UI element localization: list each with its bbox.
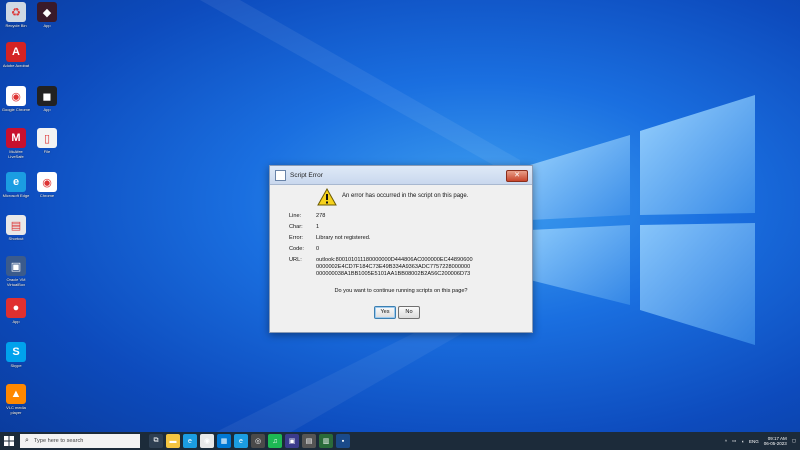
app-red-icon: ●: [6, 298, 26, 318]
desktop-shortcut-label: Skype: [10, 363, 22, 368]
close-button[interactable]: ✕: [506, 170, 528, 182]
tray-up-arrow-icon[interactable]: ^: [725, 439, 727, 444]
detail-key: Line:: [289, 213, 302, 219]
desktop-shortcut[interactable]: ◉ Google Chrome: [1, 86, 31, 112]
search-placeholder: Type here to search: [33, 438, 84, 444]
url-line: 0000002E4CD7F184C73E49B334A9363ADC775722…: [316, 264, 471, 270]
error-message: An error has occurred in the script on t…: [342, 193, 469, 199]
system-tray: ^ ▭ ◖ ENG 09:17 AM 06-05-2023 ▢: [725, 432, 796, 450]
chrome-shortcut-icon: ◉: [37, 172, 57, 192]
desktop-shortcut-label: Recycle Bin: [5, 23, 27, 28]
desktop-shortcut[interactable]: ▤ Shortcut: [1, 215, 31, 241]
desktop-shortcut[interactable]: ◉ Chrome: [32, 172, 62, 198]
detail-value: 278: [316, 213, 326, 219]
desktop-shortcut[interactable]: ♻ Recycle Bin: [1, 2, 31, 28]
desktop-shortcut-label: App: [43, 23, 51, 28]
detail-key: Error:: [289, 235, 303, 241]
vlc-icon: ▲: [6, 384, 26, 404]
script-error-dialog: Script Error ✕ An error has occurred in …: [269, 165, 533, 333]
app-black-icon: ◼: [37, 86, 57, 106]
start-button[interactable]: [0, 432, 18, 450]
skype-icon: S: [6, 342, 26, 362]
detail-value: Library not registered.: [316, 235, 371, 241]
desktop-shortcut[interactable]: ▣ Oracle VM VirtualBox: [1, 256, 31, 287]
desktop-shortcut-label: Google Chrome: [1, 107, 31, 112]
desktop-shortcut-label: Adobe Acrobat: [2, 63, 30, 68]
spotify-taskbar-icon[interactable]: ♫: [268, 434, 282, 448]
desktop-shortcut-label: Oracle VM VirtualBox: [6, 277, 26, 287]
desktop-shortcut[interactable]: ● App: [1, 298, 31, 324]
desktop-shortcut[interactable]: ▯ File: [32, 128, 62, 154]
windows-start-icon: [4, 436, 14, 446]
file-icon: ▯: [37, 128, 57, 148]
detail-key: Char:: [289, 224, 303, 230]
desktop-shortcut[interactable]: M McAfee LiveSafe: [1, 128, 31, 159]
volume-icon[interactable]: ◖: [741, 439, 744, 444]
store-taskbar-icon[interactable]: ▦: [217, 434, 231, 448]
clock[interactable]: 09:17 AM 06-05-2023: [764, 436, 787, 446]
desktop-shortcut[interactable]: ▲ VLC media player: [1, 384, 31, 415]
desktop-shortcut-label: VLC media player: [6, 405, 26, 415]
no-button[interactable]: No: [398, 306, 420, 319]
xbox-taskbar-icon[interactable]: ◎: [251, 434, 265, 448]
google-chrome-icon: ◉: [6, 86, 26, 106]
microsoft-edge-icon: e: [6, 172, 26, 192]
adobe-acrobat-icon: A: [6, 42, 26, 62]
detail-value: 1: [316, 224, 320, 230]
desktop-shortcut[interactable]: ◆ App: [32, 2, 62, 28]
detail-key: URL:: [289, 257, 302, 263]
continue-question: Do you want to continue running scripts …: [334, 288, 468, 294]
app3-taskbar-icon[interactable]: ▥: [319, 434, 333, 448]
desktop-shortcut-label: App: [43, 107, 51, 112]
edge-taskbar-icon[interactable]: e: [183, 434, 197, 448]
file-explorer-icon[interactable]: ▬: [166, 434, 180, 448]
url-value: outlook:800101011180000000D444806AC00000…: [316, 257, 516, 278]
url-line: 000000038A1BB1005E5101AA1BB08002B2A56C20…: [316, 271, 471, 277]
task-view-icon[interactable]: ⧉: [149, 434, 163, 448]
app2-taskbar-icon[interactable]: ▤: [302, 434, 316, 448]
app-dark-icon: ◆: [37, 2, 57, 22]
shortcut-icon: ▤: [6, 215, 26, 235]
desktop-shortcut-label: App: [12, 319, 20, 324]
language-indicator[interactable]: ENG: [749, 439, 759, 444]
chrome-taskbar-icon[interactable]: ◉: [200, 434, 214, 448]
taskbar-search-box[interactable]: ⌕ Type here to search: [20, 434, 140, 448]
search-icon: ⌕: [25, 437, 29, 444]
windows-logo-wallpaper: [530, 95, 755, 345]
desktop-shortcut[interactable]: e Microsoft Edge: [1, 172, 31, 198]
detail-key: Code:: [289, 246, 304, 252]
clock-date: 06-05-2023: [763, 441, 787, 446]
app-taskbar-icon[interactable]: ▣: [285, 434, 299, 448]
url-line: outlook:800101011180000000D444806AC00000…: [316, 257, 473, 263]
warning-icon: [317, 188, 337, 206]
desktop-shortcut-label: Shortcut: [8, 236, 24, 241]
notification-icon[interactable]: ▢: [792, 438, 796, 444]
desktop-shortcut[interactable]: A Adobe Acrobat: [1, 42, 31, 68]
dialog-titlebar[interactable]: Script Error ✕: [270, 166, 532, 185]
desktop-shortcut-label: Chrome: [39, 193, 55, 198]
desktop-shortcut-label: McAfee LiveSafe: [8, 149, 24, 159]
detail-value: 0: [316, 246, 320, 252]
taskbar: ⌕ Type here to search ⧉ ▬ e ◉ ▦ e ◎ ♫ ▣ ▤ ▥ ▪ ^ ▭ ◖…: [0, 432, 800, 450]
dialog-app-icon: [275, 169, 286, 181]
mcafee-icon: M: [6, 128, 26, 148]
ie-taskbar-icon[interactable]: ▪: [336, 434, 350, 448]
edge-dev-taskbar-icon[interactable]: e: [234, 434, 248, 448]
virtualbox-icon: ▣: [6, 256, 26, 276]
dialog-title: Script Error: [290, 171, 323, 179]
yes-button[interactable]: Yes: [374, 306, 396, 319]
recycle-bin-icon: ♻: [6, 2, 26, 22]
network-icon[interactable]: ▭: [732, 438, 736, 444]
desktop-shortcut[interactable]: ◼ App: [32, 86, 62, 112]
desktop-shortcut[interactable]: S Skype: [1, 342, 31, 368]
desktop-shortcut-label: File: [43, 149, 51, 154]
taskbar-apps: ⧉ ▬ e ◉ ▦ e ◎ ♫ ▣ ▤ ▥ ▪: [146, 434, 350, 448]
desktop-shortcut-label: Microsoft Edge: [2, 193, 30, 198]
